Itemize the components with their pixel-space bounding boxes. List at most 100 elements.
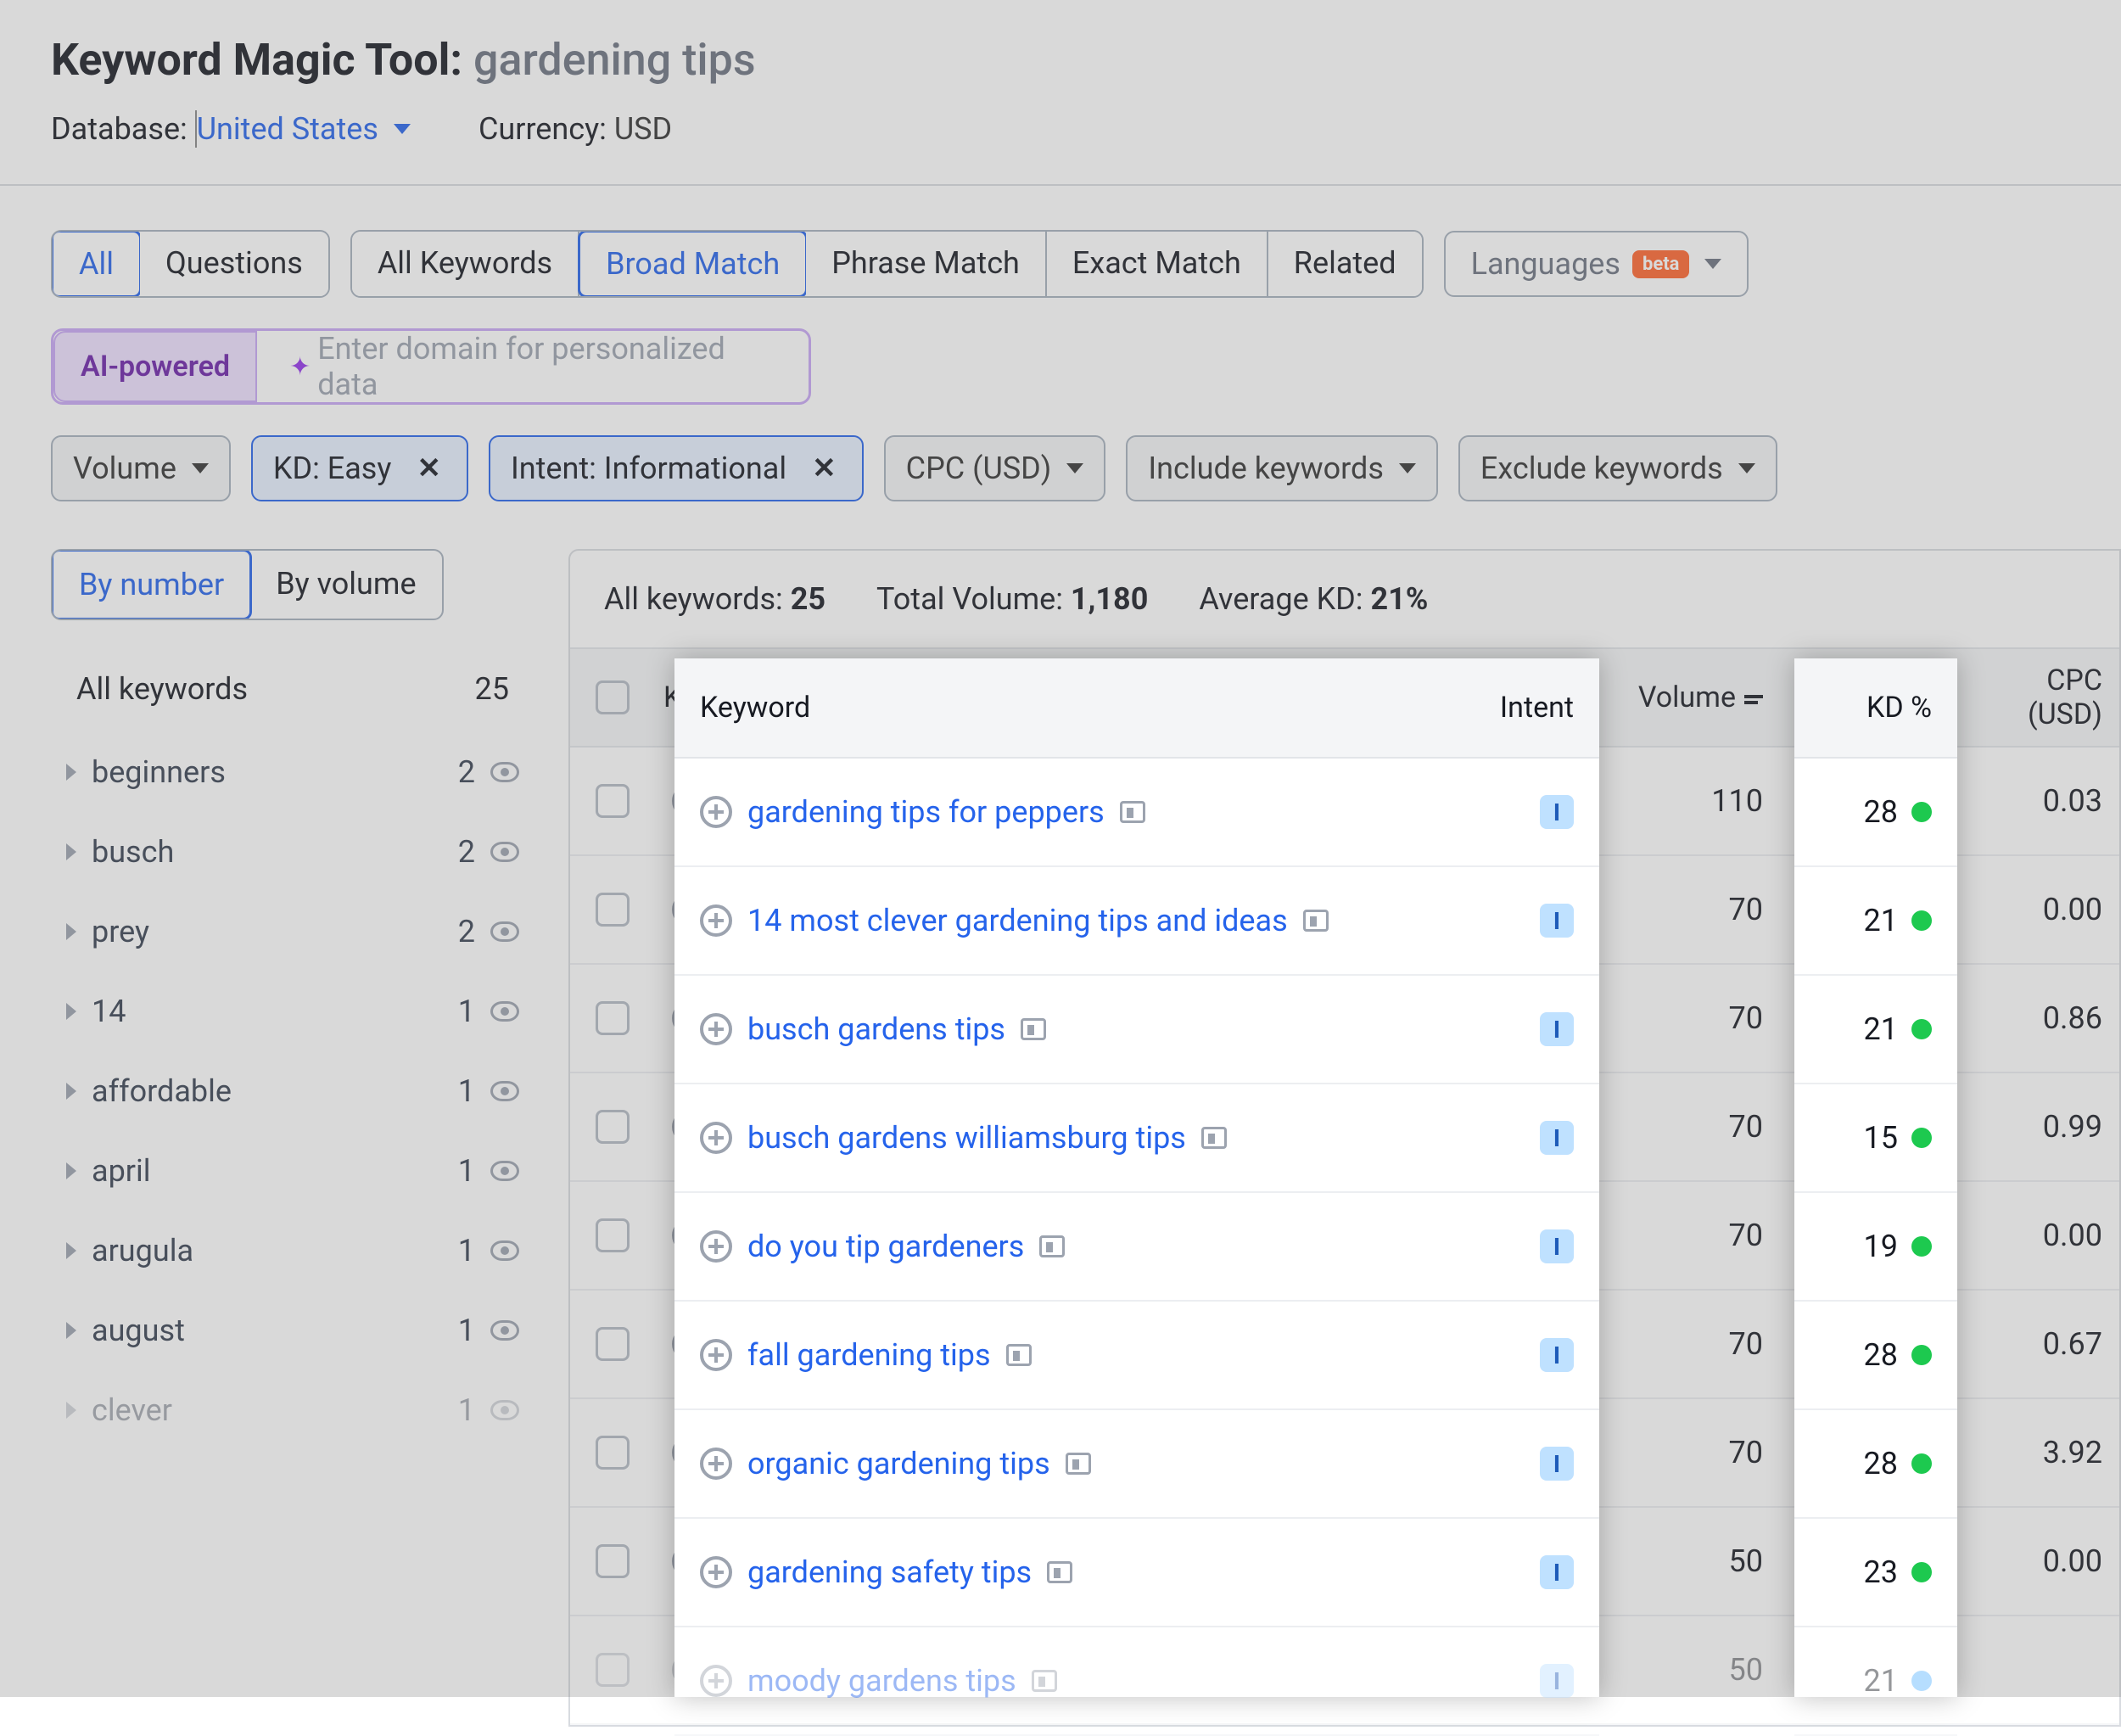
- serp-icon[interactable]: [1021, 1018, 1046, 1040]
- kd-dot-icon: [1911, 802, 1932, 822]
- sidebar-item[interactable]: april 1: [51, 1131, 534, 1211]
- serp-icon[interactable]: [1039, 1235, 1065, 1257]
- serp-icon[interactable]: [1006, 1344, 1032, 1366]
- filter-kd[interactable]: KD: Easy ✕: [251, 435, 468, 501]
- add-keyword-icon[interactable]: [700, 1013, 732, 1045]
- database-selector[interactable]: Database: United States: [51, 111, 411, 147]
- serp-icon[interactable]: [1201, 1127, 1227, 1149]
- sidebar-item[interactable]: beginners2: [51, 732, 534, 812]
- col-volume[interactable]: Volume: [1568, 680, 1780, 714]
- add-keyword-icon[interactable]: [700, 904, 732, 937]
- eye-icon[interactable]: [490, 921, 519, 942]
- languages-button[interactable]: Languages beta: [1444, 231, 1749, 297]
- add-keyword-icon[interactable]: [700, 1339, 732, 1371]
- languages-label: Languages: [1471, 246, 1620, 282]
- sidebar-item[interactable]: 141: [51, 972, 534, 1051]
- cpc-value: 0.86: [1950, 1000, 2119, 1036]
- add-keyword-icon[interactable]: [700, 796, 732, 828]
- filter-intent[interactable]: Intent: Informational ✕: [489, 435, 864, 501]
- filter-exclude[interactable]: Exclude keywords: [1458, 435, 1777, 501]
- keyword-link[interactable]: busch gardens williamsburg tips: [747, 1120, 1186, 1156]
- row-checkbox[interactable]: [596, 1218, 630, 1252]
- row-checkbox[interactable]: [596, 784, 630, 818]
- row-checkbox[interactable]: [596, 1653, 630, 1687]
- sidebar-sort-toggle: By number By volume: [51, 549, 444, 620]
- row-checkbox[interactable]: [596, 1436, 630, 1470]
- keyword-link[interactable]: organic gardening tips: [747, 1446, 1050, 1481]
- currency-value: USD: [614, 111, 672, 147]
- filter-include[interactable]: Include keywords: [1126, 435, 1438, 501]
- add-keyword-icon[interactable]: [700, 1665, 732, 1697]
- sidebar-item[interactable]: arugula1: [51, 1211, 534, 1291]
- sidebar-item-label: beginners: [92, 754, 417, 790]
- filter-volume[interactable]: Volume: [51, 435, 231, 501]
- sidebar-item[interactable]: affordable1: [51, 1051, 534, 1131]
- add-keyword-icon[interactable]: [700, 1556, 732, 1588]
- eye-icon[interactable]: [490, 1161, 519, 1181]
- query-text: gardening tips: [473, 34, 756, 86]
- eye-icon[interactable]: [490, 1081, 519, 1101]
- row-checkbox[interactable]: [596, 893, 630, 927]
- keyword-link[interactable]: gardening tips for peppers: [747, 794, 1105, 830]
- eye-icon[interactable]: [490, 1400, 519, 1420]
- kd-value: 15: [1864, 1120, 1898, 1156]
- close-icon[interactable]: ✕: [411, 451, 446, 485]
- sidebar-item-label: april: [92, 1153, 417, 1189]
- sidebar-item-count: 1: [433, 1153, 475, 1189]
- toolbar: All Questions All Keywords Broad Match P…: [0, 186, 2121, 501]
- summary-bar: All keywords: 25 Total Volume: 1,180 Ave…: [570, 551, 2119, 647]
- sidebar-item[interactable]: clever1: [51, 1370, 534, 1450]
- keyword-link[interactable]: gardening safety tips: [747, 1554, 1032, 1590]
- close-icon[interactable]: ✕: [807, 451, 842, 485]
- tab-questions[interactable]: Questions: [140, 232, 328, 296]
- tab-by-volume[interactable]: By volume: [250, 551, 441, 619]
- eye-icon[interactable]: [490, 762, 519, 782]
- serp-icon[interactable]: [1032, 1670, 1057, 1692]
- chevron-right-icon: [66, 764, 76, 781]
- kd-dot-icon: [1911, 1671, 1932, 1691]
- row-checkbox[interactable]: [596, 1110, 630, 1144]
- tab-related[interactable]: Related: [1268, 232, 1422, 296]
- eye-icon[interactable]: [490, 842, 519, 862]
- col-cpc[interactable]: CPC (USD): [1950, 664, 2119, 731]
- add-keyword-icon[interactable]: [700, 1448, 732, 1480]
- highlight-kd-content: KD %282121151928282321: [1794, 658, 1957, 1736]
- chevron-down-icon: [1704, 259, 1721, 269]
- kd-value: 28: [1864, 1337, 1898, 1373]
- eye-icon[interactable]: [490, 1240, 519, 1261]
- keyword-link[interactable]: busch gardens tips: [747, 1011, 1005, 1047]
- eye-icon[interactable]: [490, 1320, 519, 1341]
- tab-exact-match[interactable]: Exact Match: [1047, 232, 1268, 296]
- serp-icon[interactable]: [1303, 910, 1329, 932]
- filter-cpc[interactable]: CPC (USD): [884, 435, 1106, 501]
- row-checkbox[interactable]: [596, 1327, 630, 1361]
- add-keyword-icon[interactable]: [700, 1122, 732, 1154]
- volume-value: 70: [1568, 1218, 1780, 1253]
- serp-icon[interactable]: [1120, 801, 1145, 823]
- currency-label: Currency:: [478, 111, 607, 147]
- domain-input[interactable]: ✦ Enter domain for personalized data: [257, 331, 809, 402]
- sidebar-all-keywords[interactable]: All keywords 25: [51, 654, 534, 724]
- sidebar-item-count: 1: [433, 994, 475, 1029]
- keyword-link[interactable]: moody gardens tips: [747, 1663, 1016, 1699]
- sidebar-item[interactable]: prey2: [51, 892, 534, 972]
- tab-phrase-match[interactable]: Phrase Match: [806, 232, 1047, 296]
- row-checkbox[interactable]: [596, 1001, 630, 1035]
- sidebar-item[interactable]: august1: [51, 1291, 534, 1370]
- eye-icon[interactable]: [490, 1001, 519, 1022]
- tab-all[interactable]: All: [51, 230, 142, 298]
- tab-by-number[interactable]: By number: [51, 549, 252, 620]
- select-all-checkbox[interactable]: [596, 680, 630, 714]
- keyword-link[interactable]: 14 most clever gardening tips and ideas: [747, 903, 1288, 938]
- keyword-link[interactable]: fall gardening tips: [747, 1337, 991, 1373]
- chevron-down-icon: [192, 463, 209, 473]
- keyword-link[interactable]: do you tip gardeners: [747, 1229, 1024, 1264]
- add-keyword-icon[interactable]: [700, 1230, 732, 1263]
- row-checkbox[interactable]: [596, 1544, 630, 1578]
- tab-all-keywords[interactable]: All Keywords: [352, 232, 579, 296]
- sidebar-item[interactable]: busch2: [51, 812, 534, 892]
- serp-icon[interactable]: [1066, 1453, 1091, 1475]
- chevron-right-icon: [66, 1003, 76, 1020]
- serp-icon[interactable]: [1047, 1561, 1072, 1583]
- tab-broad-match[interactable]: Broad Match: [578, 230, 808, 298]
